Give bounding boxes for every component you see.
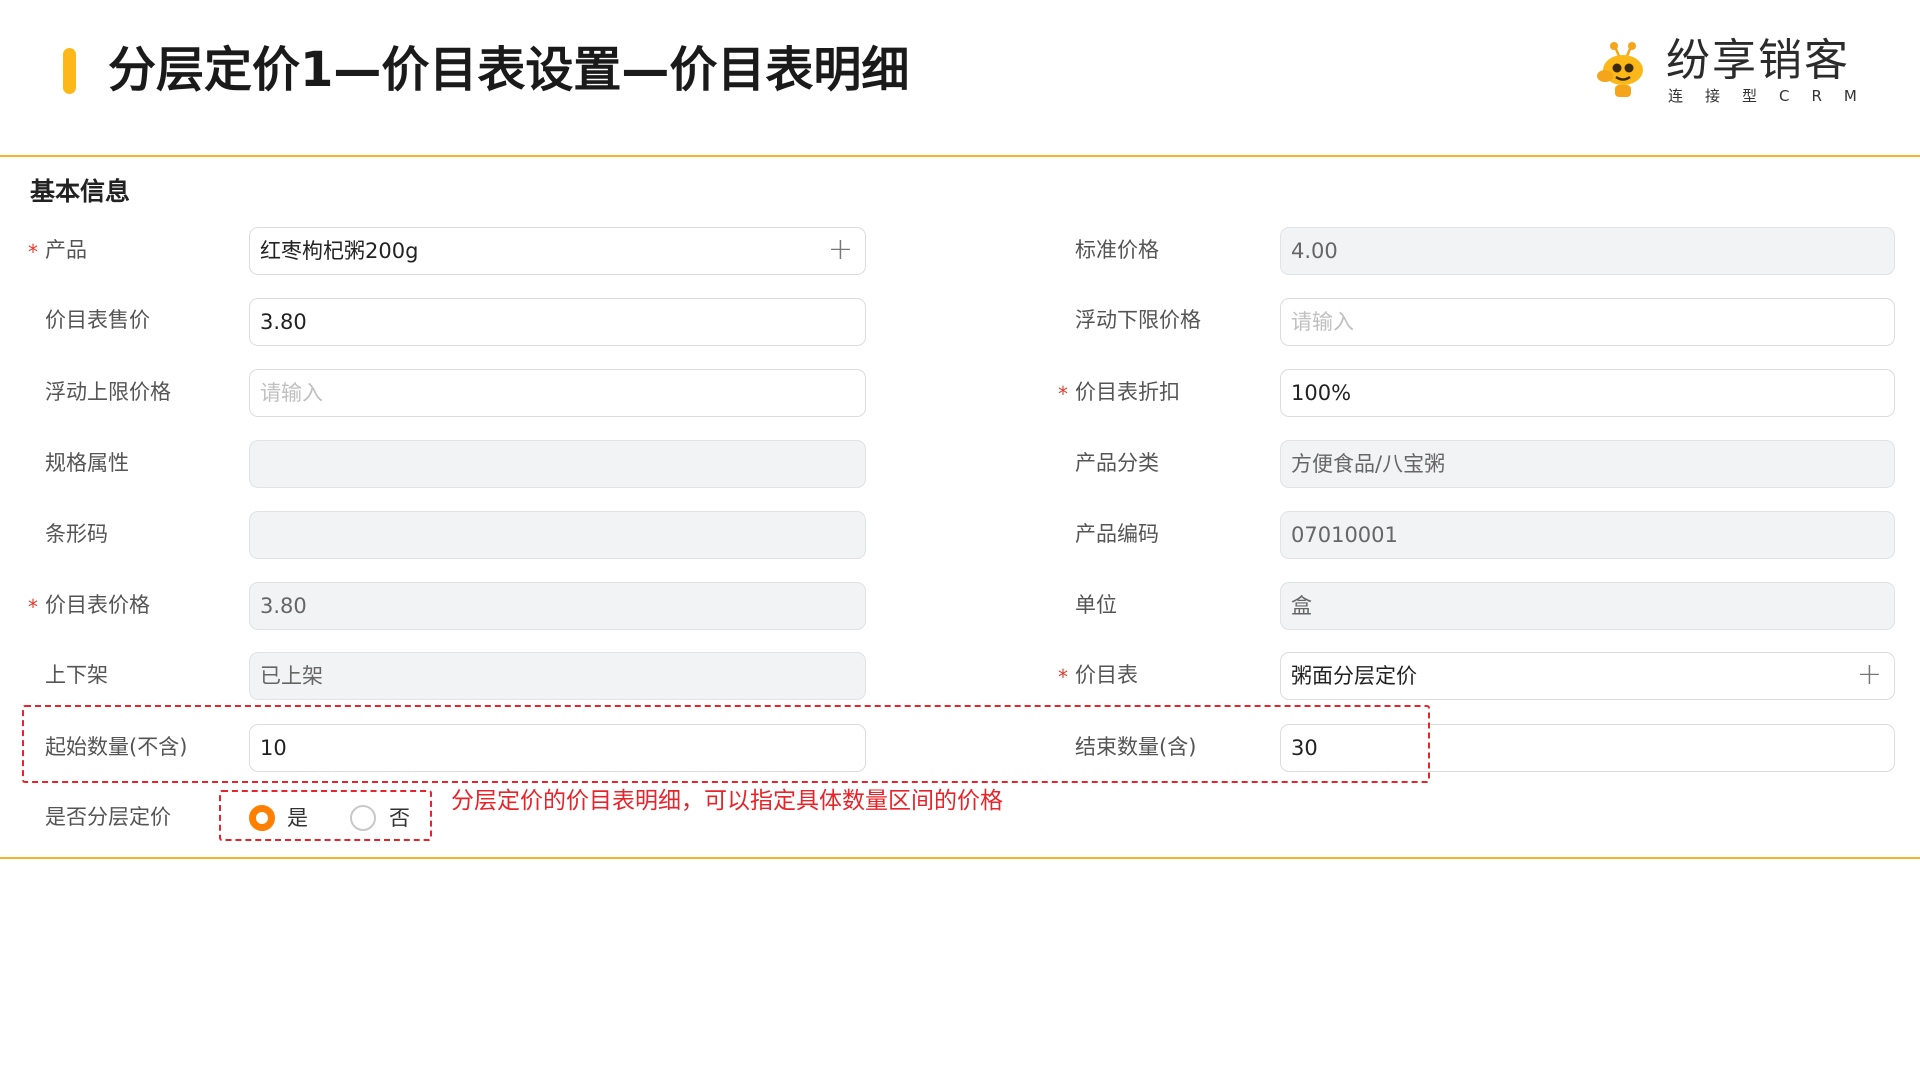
barcode-label: 条形码: [45, 522, 108, 546]
discount-label: 价目表折扣: [1075, 380, 1180, 404]
pricebook-field[interactable]: 粥面分层定价 +: [1280, 652, 1895, 700]
unit-value: 盒: [1291, 594, 1312, 618]
pricebook-label: 价目表: [1075, 663, 1138, 687]
float-lower-input[interactable]: 请输入: [1280, 298, 1895, 346]
standard-price-label: 标准价格: [1075, 238, 1159, 262]
product-code-field: 07010001: [1280, 511, 1895, 559]
float-upper-input[interactable]: 请输入: [249, 369, 866, 417]
spec-field: [249, 440, 866, 488]
discount-input[interactable]: 100%: [1280, 369, 1895, 417]
header-divider: [0, 155, 1920, 157]
product-code-value: 07010001: [1291, 523, 1398, 547]
page-title: 分层定价1—价目表设置—价目表明细: [108, 42, 910, 98]
logo-tagline: 连接型CRM: [1668, 87, 1879, 105]
float-lower-label: 浮动下限价格: [1075, 308, 1201, 332]
float-lower-placeholder: 请输入: [1291, 310, 1354, 334]
sale-price-input[interactable]: 3.80: [249, 298, 866, 346]
title-accent-bar: [63, 48, 76, 94]
pricebook-price-value: 3.80: [260, 594, 307, 618]
product-field[interactable]: 红枣枸杞粥200g +: [249, 227, 866, 275]
category-value: 方便食品/八宝粥: [1291, 452, 1446, 476]
sale-price-value: 3.80: [260, 310, 307, 334]
pricebook-value: 粥面分层定价: [1291, 664, 1417, 688]
footer-divider: [0, 857, 1920, 859]
product-label: 产品: [45, 238, 87, 262]
annotation-note: 分层定价的价目表明细，可以指定具体数量区间的价格: [451, 788, 1003, 814]
required-mark: *: [1058, 382, 1068, 406]
add-product-icon[interactable]: +: [828, 228, 853, 272]
qty-range-highlight: [22, 705, 1430, 783]
section-title: 基本信息: [30, 177, 131, 206]
barcode-field: [249, 511, 866, 559]
category-field: 方便食品/八宝粥: [1280, 440, 1895, 488]
category-label: 产品分类: [1075, 451, 1159, 475]
standard-price-value: 4.00: [1291, 239, 1338, 263]
brand-logo: 纷享销客 连接型CRM: [1596, 36, 1886, 106]
standard-price-field: 4.00: [1280, 227, 1895, 275]
bee-mascot-icon: [1597, 42, 1643, 97]
required-mark: *: [28, 240, 38, 264]
discount-value: 100%: [1291, 381, 1352, 405]
tiered-radio-highlight: [219, 790, 432, 841]
float-upper-label: 浮动上限价格: [45, 380, 171, 404]
sale-price-label: 价目表售价: [45, 308, 150, 332]
pricebook-price-field: 3.80: [249, 582, 866, 630]
required-mark: *: [1058, 665, 1068, 689]
logo-name: 纷享销客: [1666, 35, 1850, 86]
shelf-label: 上下架: [45, 663, 108, 687]
add-pricebook-icon[interactable]: +: [1857, 653, 1882, 697]
shelf-value: 已上架: [260, 664, 323, 688]
float-upper-placeholder: 请输入: [260, 381, 323, 405]
product-value: 红枣枸杞粥200g: [260, 239, 419, 263]
unit-field: 盒: [1280, 582, 1895, 630]
required-mark: *: [28, 595, 38, 619]
shelf-field: 已上架: [249, 652, 866, 700]
unit-label: 单位: [1075, 593, 1117, 617]
pricebook-price-label: 价目表价格: [45, 593, 150, 617]
tiered-label: 是否分层定价: [45, 805, 171, 829]
product-code-label: 产品编码: [1075, 522, 1159, 546]
spec-label: 规格属性: [45, 451, 129, 475]
